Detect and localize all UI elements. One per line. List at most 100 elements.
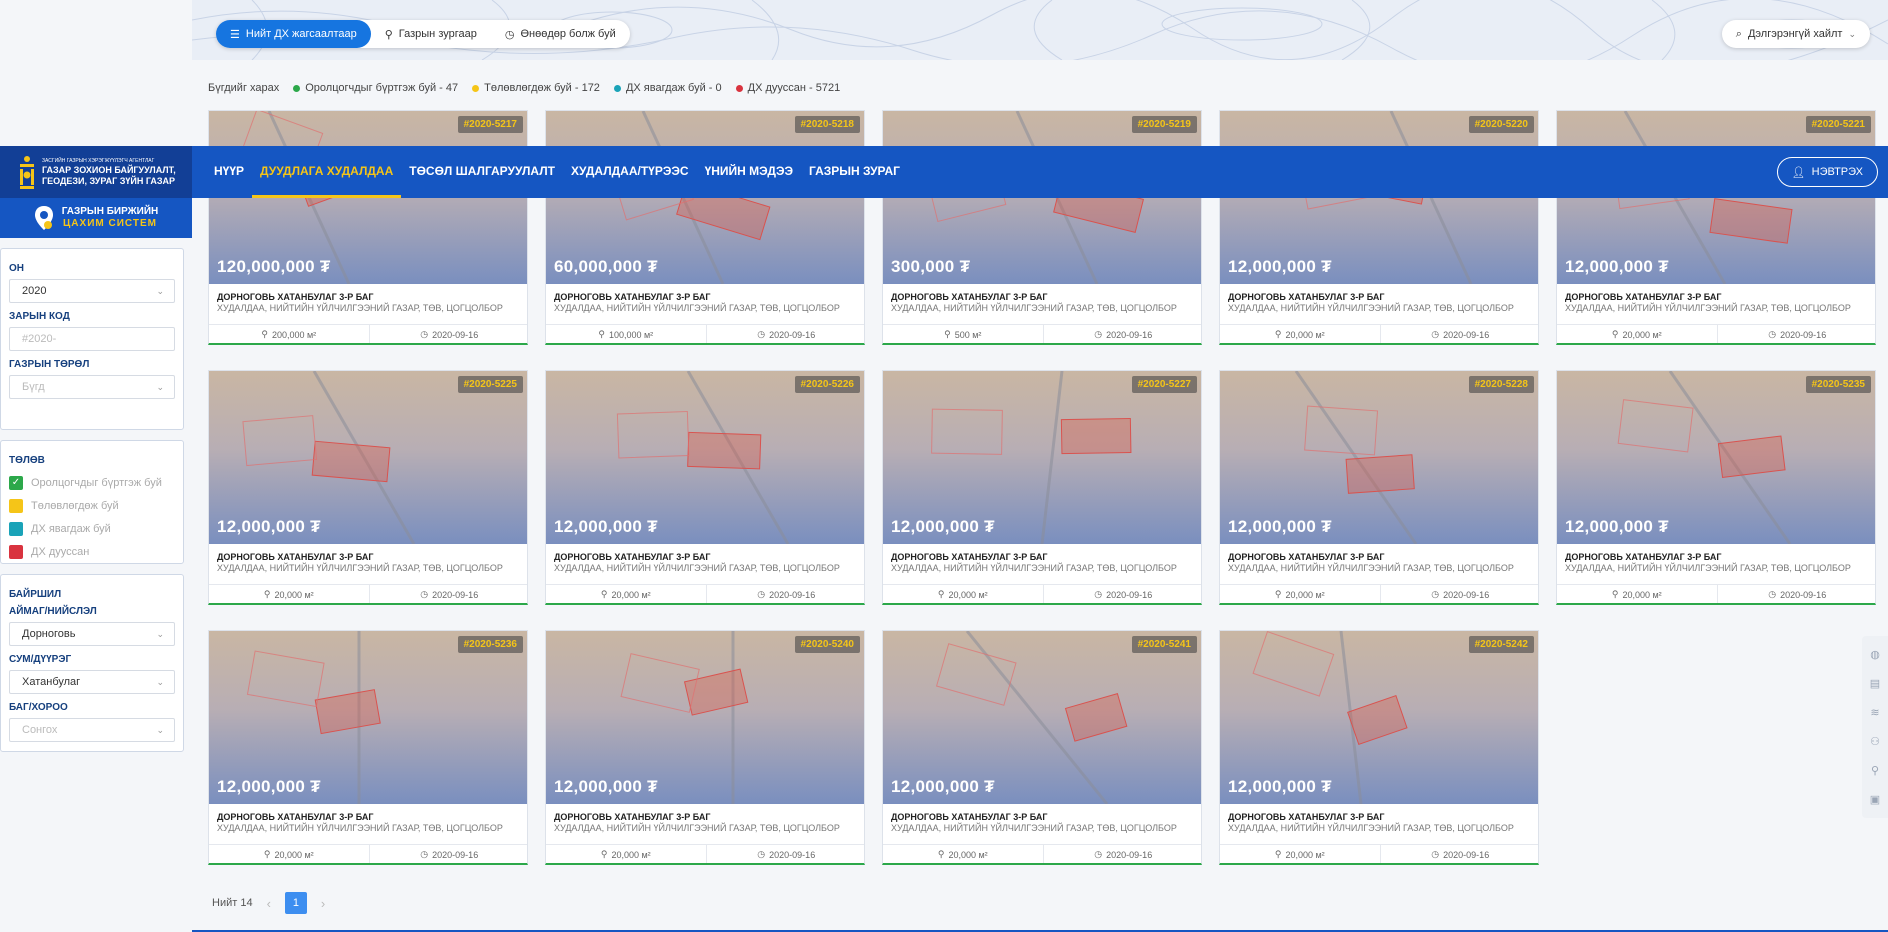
tab-today[interactable]: ◷ Өнөөдөр болж буй	[491, 20, 630, 48]
login-button[interactable]: 👤︎ НЭВТРЭХ	[1776, 157, 1878, 187]
status-option-registering[interactable]: ✓ Оролцогчдыг бүртгэж буй	[9, 471, 175, 494]
timer-icon: ◷	[757, 849, 766, 859]
nav-home[interactable]: НҮҮР	[206, 146, 252, 198]
code-input[interactable]: #2020-	[9, 327, 175, 351]
auction-card[interactable]: #2020-5240 12,000,000 ₮ ДОРНОГОВЬ ХАТАНБУЛ…	[545, 630, 865, 865]
parcel-purpose: ХУДАЛДАА, НИЙТИЙН ҮЙЛЧИЛГЭЭНИЙ ГАЗАР, ТӨ…	[554, 303, 840, 313]
starting-price: 12,000,000 ₮	[1228, 257, 1332, 276]
auction-date: ◷ 2020-09-16	[1379, 845, 1539, 863]
year-select[interactable]: 2020 ⌄	[9, 279, 175, 303]
auction-card[interactable]: #2020-5226 12,000,000 ₮ ДОРНОГОВЬ ХАТАНБУЛ…	[545, 370, 865, 605]
view-mode-tabs: ☰ Нийт ДХ жагсаалтаар ⚲ Газрын зургаар ◷…	[216, 20, 630, 48]
nav-map[interactable]: ГАЗРЫН ЗУРАГ	[801, 146, 908, 198]
year-label: ОН	[9, 263, 24, 274]
area-value: 20,000 м²	[948, 589, 988, 600]
prev-page-icon[interactable]: ‹	[267, 896, 271, 911]
parcel-area: ⚲ 20,000 м²	[883, 585, 1043, 603]
nav-sale-rent[interactable]: ХУДАЛДАА/ТҮРЭЭС	[563, 146, 697, 198]
status-option-finished[interactable]: ДХ дууссан	[9, 540, 175, 563]
parcel-purpose: ХУДАЛДАА, НИЙТИЙН ҮЙЛЧИЛГЭЭНИЙ ГАЗАР, ТӨ…	[217, 563, 503, 573]
teal-dot-icon	[613, 84, 621, 92]
legend-item-finished[interactable]: ДХ дууссан - 5721	[735, 82, 840, 94]
auction-card[interactable]: #2020-5228 12,000,000 ₮ ДОРНОГОВЬ ХАТАНБУЛ…	[1219, 370, 1539, 605]
nav-price-info[interactable]: ҮНИЙН МЭДЭЭ	[697, 146, 801, 198]
next-page-icon[interactable]: ›	[321, 896, 325, 911]
auction-code-badge: #2020-5228	[1468, 376, 1534, 393]
parcel-location: ДОРНОГОВЬ ХАТАНБУЛАГ 3-Р БАГ	[554, 292, 711, 302]
auction-code-badge: #2020-5241	[1131, 636, 1197, 653]
user-icon: 👤︎	[1791, 166, 1806, 179]
date-value: 2020-09-16	[1443, 849, 1490, 860]
auction-date: ◷ 2020-09-16	[1379, 325, 1539, 343]
auction-card[interactable]: #2020-5242 12,000,000 ₮ ДОРНОГОВЬ ХАТАНБУЛ…	[1219, 630, 1539, 865]
legend-item-planned[interactable]: Төлөвлөгдөж буй - 172	[472, 82, 600, 94]
tab-label: Газрын зургаар	[398, 28, 477, 40]
bag-value: Сонгох	[22, 724, 58, 736]
layers-icon[interactable]: ▤	[1868, 677, 1882, 691]
parcel-purpose: ХУДАЛДАА, НИЙТИЙН ҮЙЛЧИЛГЭЭНИЙ ГАЗАР, ТӨ…	[554, 823, 840, 833]
sum-select[interactable]: Хатанбулаг ⌄	[9, 670, 175, 694]
starting-price: 12,000,000 ₮	[1228, 777, 1332, 796]
starting-price: 12,000,000 ₮	[554, 517, 658, 536]
auction-card[interactable]: #2020-5225 12,000,000 ₮ ДОРНОГОВЬ ХАТАНБУЛ…	[208, 370, 528, 605]
area-value: 20,000 м²	[1622, 589, 1662, 600]
main-header: ЗАСГИЙН ГАЗРЫН ХЭРЭГЖҮҮЛЭГЧ АГЕНТЛАГ ГАЗ…	[0, 146, 1888, 198]
timer-icon: ◷	[1094, 589, 1103, 599]
auction-code-badge: #2020-5240	[794, 636, 860, 653]
auction-card[interactable]: #2020-5241 12,000,000 ₮ ДОРНОГОВЬ ХАТАНБУЛ…	[882, 630, 1202, 865]
land-type-select[interactable]: Бүгд ⌄	[9, 375, 175, 399]
stack-icon[interactable]: ≋	[1868, 706, 1882, 720]
timer-icon: ◷	[757, 589, 766, 599]
parcel-purpose: ХУДАЛДАА, НИЙТИЙН ҮЙЛЧИЛГЭЭНИЙ ГАЗАР, ТӨ…	[217, 823, 503, 833]
auction-card[interactable]: #2020-5235 12,000,000 ₮ ДОРНОГОВЬ ХАТАНБУЛ…	[1556, 370, 1876, 605]
parcel-purpose: ХУДАЛДАА, НИЙТИЙН ҮЙЛЧИЛГЭЭНИЙ ГАЗАР, ТӨ…	[1228, 823, 1514, 833]
timer-icon: ◷	[1094, 849, 1103, 859]
legend-item-ongoing[interactable]: ДХ явагдаж буй - 0	[613, 82, 722, 94]
legend-item-registering[interactable]: Оролцогчдыг бүртгэж буй - 47	[293, 82, 458, 94]
nav-auction[interactable]: ДУУДЛАГА ХУДАЛДАА	[252, 146, 402, 198]
status-option-planned[interactable]: Төлөвлөгдөж буй	[9, 494, 175, 517]
auction-card[interactable]: #2020-5236 12,000,000 ₮ ДОРНОГОВЬ ХАТАНБУЛ…	[208, 630, 528, 865]
status-option-ongoing[interactable]: ДХ явагдаж буй	[9, 517, 175, 540]
bag-label: БАГ/ХОРОО	[9, 702, 68, 713]
auction-date: ◷ 2020-09-16	[1716, 325, 1876, 343]
user-icon[interactable]: ⚇	[1868, 735, 1882, 749]
status-option-label: Төлөвлөгдөж буй	[31, 499, 119, 512]
tab-list-view[interactable]: ☰ Нийт ДХ жагсаалтаар	[216, 20, 371, 48]
agency-logo[interactable]: ЗАСГИЙН ГАЗРЫН ХЭРЭГЖҮҮЛЭГЧ АГЕНТЛАГ ГАЗ…	[0, 146, 192, 198]
land-type-value: Бүгд	[22, 381, 45, 393]
parcel-area: ⚲ 200,000 м²	[209, 325, 369, 343]
starting-price: 12,000,000 ₮	[1565, 517, 1669, 536]
view-all-link[interactable]: Бүгдийг харах	[208, 82, 279, 94]
page-1-button[interactable]: 1	[284, 892, 307, 914]
area-value: 20,000 м²	[611, 849, 651, 860]
date-value: 2020-09-16	[432, 849, 479, 860]
advanced-search-label: Дэлгэрэнгүй хайлт	[1747, 28, 1843, 40]
chevron-down-icon: ⌄	[156, 285, 164, 296]
date-value: 2020-09-16	[1106, 329, 1153, 340]
map-pin-icon: ⚲	[384, 28, 393, 41]
legend-label: Оролцогчдыг бүртгэж буй - 47	[305, 82, 459, 94]
auction-date: ◷ 2020-09-16	[705, 585, 865, 603]
clock-icon: ◷	[504, 28, 515, 41]
date-value: 2020-09-16	[1443, 329, 1490, 340]
status-option-label: Оролцогчдыг бүртгэж буй	[31, 476, 162, 489]
land-exchange-brand[interactable]: ГАЗРЫН БИРЖИЙН ЦАХИМ СИСТЕМ	[0, 198, 192, 238]
parcel-location: ДОРНОГОВЬ ХАТАНБУЛАГ 3-Р БАГ	[1565, 292, 1722, 302]
year-value: 2020	[22, 285, 47, 297]
save-icon[interactable]: ▣	[1868, 793, 1882, 807]
aimag-select[interactable]: Дорноговь ⌄	[9, 622, 175, 646]
card-meta: ⚲ 20,000 м² ◷ 2020-09-16	[546, 584, 865, 603]
auction-card[interactable]: #2020-5227 12,000,000 ₮ ДОРНОГОВЬ ХАТАНБУЛ…	[882, 370, 1202, 605]
tab-map-view[interactable]: ⚲ Газрын зургаар	[371, 20, 491, 48]
legend-label: ДХ явагдаж буй - 0	[625, 82, 722, 94]
advanced-search-button[interactable]: ⌕ Дэлгэрэнгүй хайлт ⌄	[1721, 20, 1870, 48]
card-meta: ⚲ 500 м² ◷ 2020-09-16	[883, 324, 1201, 343]
pin-icon[interactable]: ⚲	[1868, 764, 1882, 778]
parcel-purpose: ХУДАЛДАА, НИЙТИЙН ҮЙЛЧИЛГЭЭНИЙ ГАЗАР, ТӨ…	[217, 303, 503, 313]
bag-select[interactable]: Сонгох ⌄	[9, 718, 175, 742]
nav-project-selection[interactable]: ТӨСӨЛ ШАЛГАРУУЛАЛТ	[401, 146, 563, 198]
globe-icon[interactable]: ◍	[1868, 648, 1882, 662]
agency-name-line1: ГАЗАР ЗОХИОН БАЙГУУЛАЛТ,	[42, 164, 176, 175]
map-pin-icon: ⚲	[261, 329, 268, 339]
